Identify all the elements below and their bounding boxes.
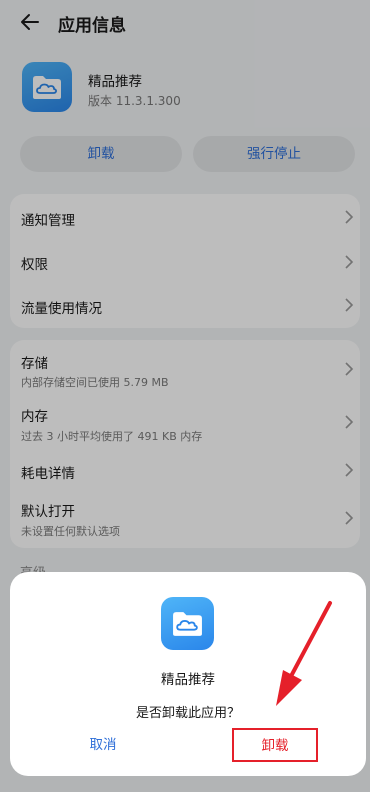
cancel-button[interactable]: 取消 (60, 730, 146, 760)
dialog-app-name: 精品推荐 (161, 672, 215, 688)
confirm-uninstall-button[interactable]: 卸载 (232, 728, 318, 762)
dialog-message: 是否卸载此应用？ (135, 706, 240, 721)
cloud-folder-icon (161, 597, 214, 650)
uninstall-dialog: 精品推荐 是否卸载此应用？ 取消 卸载 (10, 572, 366, 776)
